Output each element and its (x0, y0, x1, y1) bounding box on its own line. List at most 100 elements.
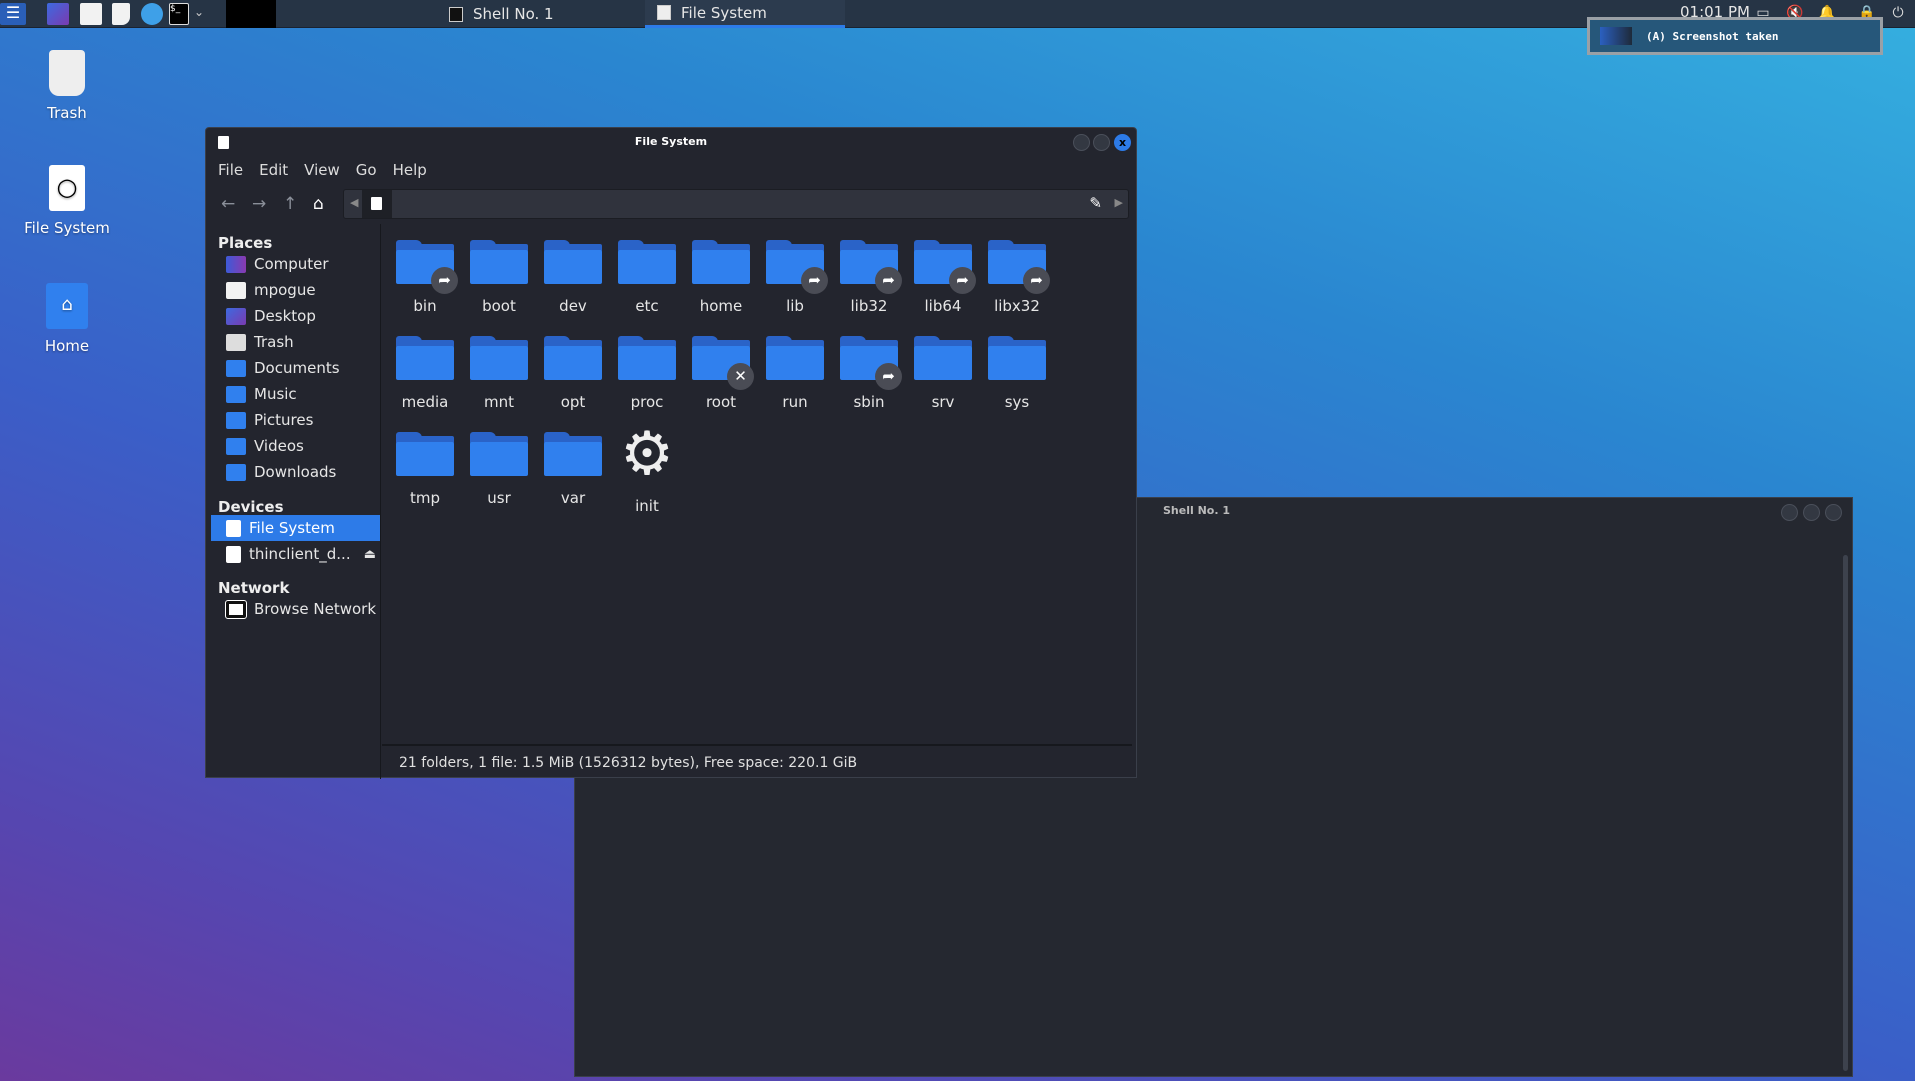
sidebar-item-pictures[interactable]: Pictures (211, 407, 380, 433)
notification[interactable]: (A) Screenshot taken (1587, 17, 1883, 55)
edit-path-button[interactable]: ✎ (1089, 194, 1102, 212)
terminal-icon (449, 6, 463, 22)
downloads-folder-icon (226, 463, 246, 481)
file-item[interactable]: dev (536, 240, 610, 315)
file-name: home (699, 297, 743, 315)
close-button[interactable] (1825, 504, 1842, 521)
up-button[interactable]: ↑ (283, 194, 297, 214)
maximize-button[interactable] (1803, 504, 1820, 521)
file-item[interactable]: usr (462, 432, 536, 507)
folder-icon: ➦ (840, 336, 902, 390)
title-bar[interactable]: File System (206, 128, 1136, 158)
menu-file[interactable]: File (218, 161, 243, 179)
videos-folder-icon (226, 437, 246, 455)
file-item[interactable]: media (388, 336, 462, 411)
file-name: usr (487, 489, 511, 507)
scroll-left-button[interactable]: ◀ (350, 196, 358, 209)
window-title: Shell No. 1 (1163, 504, 1231, 517)
file-item[interactable]: ➦ lib (758, 240, 832, 315)
desktop-launcher-icon[interactable] (47, 3, 69, 25)
file-item[interactable]: mnt (462, 336, 536, 411)
file-name: media (401, 393, 449, 411)
drive-icon (371, 197, 382, 210)
menu-help[interactable]: Help (393, 161, 427, 179)
sidebar-item-videos[interactable]: Videos (211, 433, 380, 459)
scrollbar[interactable] (1843, 555, 1848, 1071)
devices-heading: Devices (218, 498, 284, 516)
sidebar-item-trash[interactable]: Trash (211, 329, 380, 355)
folder-icon (396, 432, 454, 476)
file-item[interactable]: srv (906, 336, 980, 411)
desktop-icon-file-system[interactable]: ○ File System (17, 165, 117, 237)
sidebar-item-computer[interactable]: Computer (211, 251, 380, 277)
browser-launcher-icon[interactable] (141, 3, 163, 25)
kali-menu-icon[interactable]: ☰ (0, 3, 26, 25)
task-file-system[interactable]: File System (645, 0, 845, 28)
file-item[interactable]: ➦ libx32 (980, 240, 1054, 315)
window-title: File System (634, 135, 708, 148)
file-item[interactable]: ➦ bin (388, 240, 462, 315)
file-item[interactable]: ✕ root (684, 336, 758, 411)
chevron-down-icon[interactable]: ⌄ (194, 5, 204, 19)
file-item[interactable]: ⚙ init (610, 424, 684, 515)
file-item[interactable]: etc (610, 240, 684, 315)
sidebar-item-browse-network[interactable]: Browse Network (211, 596, 380, 622)
files-launcher-icon[interactable] (80, 3, 102, 25)
folder-icon: ➦ (914, 240, 976, 294)
toolbar: ← → ↑ ⌂ ◀ ✎ ▶ (206, 186, 1136, 219)
sidebar-item-device-1[interactable]: thinclient_d... ⏏ (211, 541, 380, 567)
folder-icon (544, 432, 602, 476)
home-folder-icon: ⌂ (46, 283, 88, 329)
file-item[interactable]: var (536, 432, 610, 507)
forward-button[interactable]: → (252, 194, 266, 214)
sidebar-item-downloads[interactable]: Downloads (211, 459, 380, 485)
file-name: boot (482, 297, 516, 315)
file-item[interactable]: ➦ sbin (832, 336, 906, 411)
menu-edit[interactable]: Edit (259, 161, 288, 179)
menu-go[interactable]: Go (356, 161, 377, 179)
text-editor-launcher-icon[interactable] (112, 3, 130, 25)
file-name: proc (630, 393, 664, 411)
drive-icon: ○ (49, 165, 85, 211)
file-grid: ➦ bin boot dev etc home ➦ lib ➦ lib32 ➦ lib64 ➦ libx3… (382, 224, 1132, 744)
menu-view[interactable]: View (304, 161, 340, 179)
scroll-right-button[interactable]: ▶ (1115, 196, 1123, 209)
path-bar[interactable]: ◀ ✎ ▶ (343, 189, 1129, 219)
minimize-button[interactable] (1781, 504, 1798, 521)
home-button[interactable]: ⌂ (313, 194, 324, 214)
file-item[interactable]: sys (980, 336, 1054, 411)
folder-icon: ✕ (692, 336, 754, 390)
close-button[interactable]: x (1114, 134, 1131, 151)
path-root-button[interactable] (362, 190, 392, 218)
sidebar-item-desktop[interactable]: Desktop (211, 303, 380, 329)
sidebar-item-device-0[interactable]: File System (211, 515, 380, 541)
back-button[interactable]: ← (221, 194, 235, 214)
sidebar-item-mpogue[interactable]: mpogue (211, 277, 380, 303)
logout-icon[interactable]: ⏻ (1890, 5, 1906, 21)
places-heading: Places (218, 234, 273, 252)
gear-icon: ⚙ (620, 419, 674, 489)
desktop-icon-trash[interactable]: Trash (17, 50, 117, 122)
minimize-button[interactable] (1073, 134, 1090, 151)
file-item[interactable]: ➦ lib64 (906, 240, 980, 315)
eject-button[interactable]: ⏏ (364, 547, 376, 562)
file-item[interactable]: opt (536, 336, 610, 411)
symlink-badge-icon: ➦ (431, 267, 458, 294)
folder-icon: ➦ (766, 240, 828, 294)
task-shell[interactable]: Shell No. 1 (437, 0, 637, 28)
sidebar-item-documents[interactable]: Documents (211, 355, 380, 381)
file-item[interactable]: proc (610, 336, 684, 411)
computer-icon (226, 255, 246, 273)
sidebar-item-music[interactable]: Music (211, 381, 380, 407)
file-item[interactable]: home (684, 240, 758, 315)
maximize-button[interactable] (1093, 134, 1110, 151)
file-item[interactable]: ➦ lib32 (832, 240, 906, 315)
symlink-badge-icon: ➦ (1023, 267, 1050, 294)
file-item[interactable]: boot (462, 240, 536, 315)
file-name: etc (635, 297, 659, 315)
terminal-launcher-icon[interactable]: $_ (169, 3, 189, 25)
workspace-switcher[interactable] (226, 0, 276, 28)
file-item[interactable]: run (758, 336, 832, 411)
desktop-icon-home[interactable]: ⌂ Home (17, 283, 117, 355)
file-item[interactable]: tmp (388, 432, 462, 507)
